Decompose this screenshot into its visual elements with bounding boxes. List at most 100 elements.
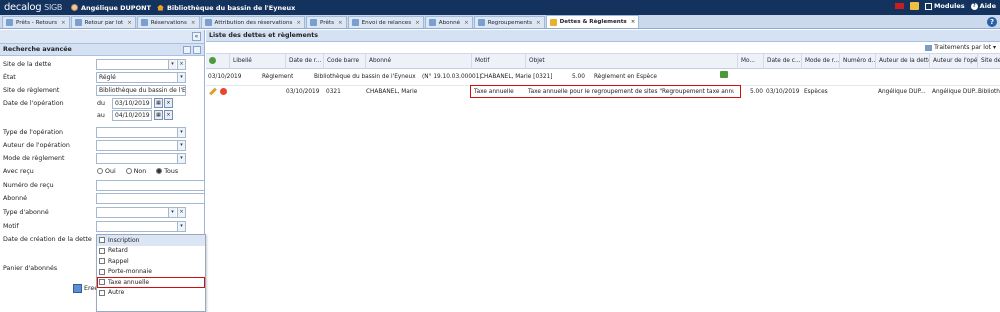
option-rappel[interactable]: Rappel [97, 256, 205, 267]
col-montant[interactable]: Mo... [738, 54, 764, 69]
save-icon[interactable] [183, 45, 191, 54]
col-mode-r[interactable]: Mode de r... [802, 54, 840, 69]
col-auteur-dette[interactable]: Auteur de la dette [876, 54, 930, 69]
option-taxe-annuelle[interactable]: Taxe annuelle [97, 277, 205, 288]
collapse-icon[interactable]: « [192, 32, 201, 41]
mode-reglement-select[interactable]: ▾ [96, 153, 186, 164]
radio-non[interactable]: Non [125, 167, 146, 175]
library-name[interactable]: Bibliothèque du bassin de l'Eyneux [167, 4, 295, 12]
tab-envoi-relances[interactable]: Envoi de relances × [347, 16, 424, 28]
close-tab-icon[interactable]: × [127, 20, 132, 26]
site-reglement-select[interactable]: Bibliothèque du bassin de l'E▾× [96, 85, 186, 96]
checkbox[interactable] [99, 279, 105, 286]
option-retard[interactable]: Retard [97, 246, 205, 257]
auteur-operation-select[interactable]: ▾ [96, 140, 186, 151]
chevron-down-icon[interactable]: ▾ [177, 141, 185, 150]
col-abonne[interactable]: Abonné [366, 54, 472, 69]
option-autre[interactable]: Autre [97, 288, 205, 299]
numero-recu-input[interactable] [96, 180, 205, 191]
tab-prets[interactable]: Prêts × [306, 16, 347, 28]
close-tab-icon[interactable]: × [61, 20, 66, 26]
close-tab-icon[interactable]: × [464, 20, 469, 26]
tools-icon[interactable] [909, 2, 919, 10]
col-auteur-op[interactable]: Auteur de l'opér... [930, 54, 978, 69]
batch-actions-button[interactable]: Traitements par lot ▾ [925, 44, 996, 51]
tab-regroupements[interactable]: Regroupements × [473, 16, 545, 28]
group-receipt: (N° 19.10.03.00001) [422, 74, 482, 80]
tab-icon [74, 19, 82, 26]
help-small-icon: ? [970, 2, 978, 10]
etat-select[interactable]: Réglé ▾ [96, 72, 186, 83]
chevron-down-icon[interactable]: ▾ [177, 128, 185, 137]
clear-icon[interactable]: × [177, 60, 185, 69]
edit-icon[interactable] [209, 87, 217, 96]
col-numero[interactable]: Numéro d... [840, 54, 876, 69]
cash-icon[interactable] [720, 71, 728, 78]
tab-dettes-reglements[interactable]: Dettes & Règlements × [545, 15, 640, 28]
col-libelle[interactable]: Libellé [230, 54, 286, 69]
calendar-icon[interactable]: ▦ [154, 110, 163, 120]
chevron-down-icon[interactable]: ▾ [177, 222, 185, 231]
chevron-down-icon[interactable]: ▾ [177, 73, 185, 82]
chevron-down-icon: ▾ [992, 44, 996, 51]
close-tab-icon[interactable]: × [415, 20, 420, 26]
radio-tous[interactable]: Tous [156, 167, 178, 175]
close-tab-icon[interactable]: × [536, 20, 541, 26]
checkbox[interactable] [99, 289, 105, 296]
date-to-input[interactable]: 04/10/2019 [112, 110, 152, 121]
chevron-down-icon[interactable]: ▾ [168, 208, 176, 217]
close-tab-icon[interactable]: × [631, 19, 636, 25]
group-type: Règlement [262, 74, 294, 80]
group-row[interactable]: 03/10/2019 Règlement Bibliothèque du bas… [206, 71, 1000, 83]
refresh-icon[interactable] [209, 57, 216, 64]
checkbox[interactable] [99, 268, 105, 275]
row-patron: CHABANEL, Marie [366, 89, 418, 95]
col-motif[interactable]: Motif [472, 54, 526, 69]
top-bar: decalog SIGB Angélique DUPONT Bibliothèq… [0, 0, 1000, 15]
flag-icon[interactable] [894, 3, 904, 9]
option-inscription[interactable]: Inscription [97, 235, 205, 246]
close-tab-icon[interactable]: × [191, 20, 196, 26]
motif-select[interactable]: ▾ [96, 221, 186, 232]
type-abonne-select[interactable]: ▾ × [96, 207, 186, 218]
close-tab-icon[interactable]: × [338, 20, 343, 26]
tab-attribution-reservations[interactable]: Attribution des réservations × [200, 16, 306, 28]
help-icon[interactable]: ? [987, 17, 997, 27]
row-date-c: 03/10/2019 [766, 89, 800, 95]
help-button[interactable]: ? Aide [970, 2, 996, 10]
current-user[interactable]: Angélique DUPONT Bibliothèque du bassin … [71, 4, 295, 12]
clear-date-icon[interactable]: × [164, 98, 173, 108]
checkbox[interactable] [99, 237, 105, 244]
date-from-input[interactable]: 03/10/2019 [112, 98, 152, 109]
col-code-barre[interactable]: Code barre [324, 54, 366, 69]
tab-icon [351, 19, 359, 26]
tab-retour-par-lot[interactable]: Retour par lot × [70, 16, 136, 28]
delete-icon[interactable] [220, 88, 227, 95]
chevron-down-icon[interactable]: ▾ [168, 60, 176, 69]
modules-button[interactable]: Modules [924, 2, 965, 10]
row-site-dette: Site de la dette [3, 60, 52, 68]
tab-icon [477, 19, 485, 26]
tab-reservations[interactable]: Réservations × [136, 16, 200, 28]
abonne-input[interactable] [96, 193, 205, 204]
search-button-icon[interactable] [73, 284, 82, 293]
clear-date-icon[interactable]: × [164, 110, 173, 120]
col-objet[interactable]: Objet [526, 54, 738, 69]
col-date-c[interactable]: Date de c... [764, 54, 802, 69]
calendar-icon[interactable]: ▦ [154, 98, 163, 108]
tab-abonne[interactable]: Abonné × [424, 16, 473, 28]
site-dette-select[interactable]: ▾ × [96, 59, 186, 70]
col-date-r[interactable]: Date de r... [286, 54, 324, 69]
reset-icon[interactable] [193, 45, 201, 54]
type-operation-select[interactable]: ▾ [96, 127, 186, 138]
option-porte-monnaie[interactable]: Porte-monnaie [97, 267, 205, 278]
checkbox[interactable] [99, 258, 105, 265]
tab-prets-retours[interactable]: Prêts - Retours × [2, 16, 70, 28]
clear-icon[interactable]: × [177, 208, 185, 217]
close-tab-icon[interactable]: × [296, 20, 301, 26]
checkbox[interactable] [99, 247, 105, 254]
col-icon [206, 54, 230, 69]
radio-oui[interactable]: Oui [97, 167, 116, 175]
chevron-down-icon[interactable]: ▾ [177, 154, 185, 163]
col-site[interactable]: Site de... [978, 54, 1000, 69]
